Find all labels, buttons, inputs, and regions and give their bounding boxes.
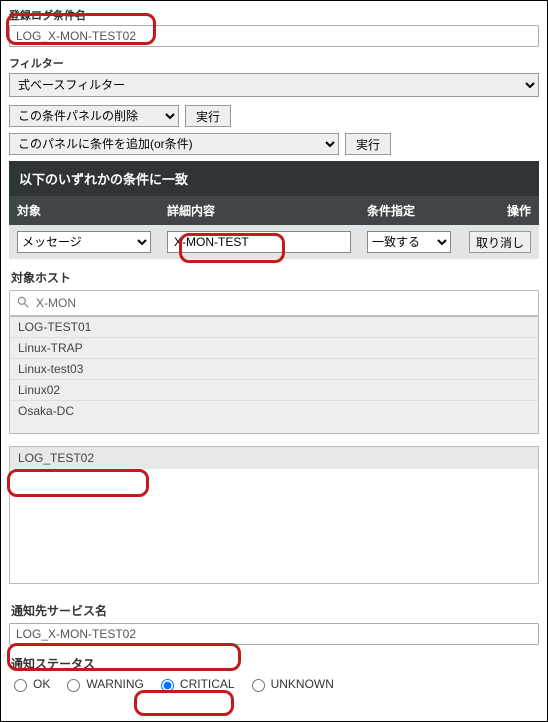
selected-host-item[interactable]: LOG_TEST02 [10, 447, 538, 469]
header-target: 対象 [9, 196, 159, 225]
host-search-input[interactable] [9, 290, 539, 316]
cond-name-input[interactable] [9, 25, 539, 47]
status-radio-unknown[interactable] [252, 679, 265, 692]
header-detail: 詳細内容 [159, 196, 359, 225]
filter-label: フィルター [9, 55, 539, 71]
cond-select[interactable]: 一致する [367, 231, 451, 253]
add-condition-select[interactable]: このパネルに条件を追加(or条件) [9, 133, 339, 155]
status-radio-ok[interactable] [14, 679, 27, 692]
notify-service-input[interactable] [9, 623, 539, 645]
header-cond: 条件指定 [359, 196, 459, 225]
status-label-critical: CRITICAL [180, 677, 235, 691]
host-item[interactable]: LOG-TEST01 [10, 317, 538, 337]
detail-input[interactable] [167, 231, 351, 253]
condition-panel-title: 以下のいずれかの条件に一致 [9, 161, 539, 196]
condition-row: メッセージ 一致する 取り消し [9, 225, 539, 259]
status-label-ok: OK [33, 677, 50, 691]
header-action: 操作 [459, 196, 539, 225]
condition-header-row: 対象 詳細内容 条件指定 操作 [9, 196, 539, 225]
host-list[interactable]: LOG-TEST01Linux-TRAPLinux-test03Linux02O… [9, 316, 539, 434]
cond-name-label: 登録ログ条件名 [9, 7, 539, 23]
exec-button-2[interactable]: 実行 [345, 133, 391, 155]
notify-status-label: 通知ステータス [11, 655, 539, 672]
status-option-unknown[interactable]: UNKNOWN [247, 676, 334, 692]
cancel-button[interactable]: 取り消し [469, 231, 531, 253]
host-item[interactable]: Linux-test03 [10, 358, 538, 379]
host-item[interactable]: Linux-TRAP [10, 337, 538, 358]
host-item[interactable]: Osaka-DC [10, 400, 538, 421]
exec-button-1[interactable]: 実行 [185, 105, 231, 127]
status-radio-critical[interactable] [161, 679, 174, 692]
delete-panel-select[interactable]: この条件パネルの削除 [9, 105, 179, 127]
search-icon [16, 295, 30, 309]
status-label-warning: WARNING [86, 677, 144, 691]
selected-hosts-box[interactable]: LOG_TEST02 [9, 446, 539, 584]
highlight-status-critical [134, 690, 234, 716]
target-select[interactable]: メッセージ [17, 231, 151, 253]
condition-panel: 以下のいずれかの条件に一致 対象 詳細内容 条件指定 操作 メッセージ 一致する [9, 161, 539, 259]
filter-select[interactable]: 式ベースフィルター [9, 73, 539, 97]
notify-service-label: 通知先サービス名 [11, 602, 539, 619]
status-label-unknown: UNKNOWN [271, 677, 334, 691]
status-option-ok[interactable]: OK [9, 676, 50, 692]
host-item[interactable]: Linux02 [10, 379, 538, 400]
status-option-warning[interactable]: WARNING [62, 676, 144, 692]
notify-status-row: OK WARNING CRITICAL UNKNOWN [9, 676, 539, 692]
status-option-critical[interactable]: CRITICAL [156, 676, 235, 692]
hosts-label: 対象ホスト [11, 269, 539, 286]
status-radio-warning[interactable] [67, 679, 80, 692]
